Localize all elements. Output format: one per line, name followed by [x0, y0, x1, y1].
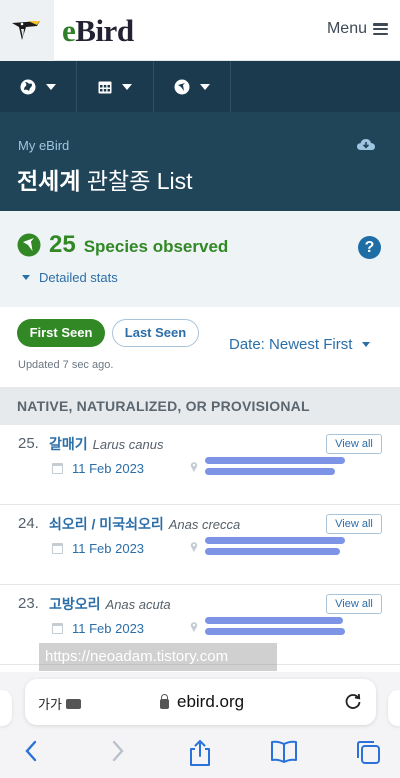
next-tab-edge[interactable] [388, 690, 400, 726]
row-number: 25. [18, 435, 39, 452]
observation-date[interactable]: 11 Feb 2023 [52, 541, 144, 556]
calendar-icon [52, 623, 63, 634]
calendar-icon [52, 463, 63, 474]
view-all-button[interactable]: View all [326, 594, 382, 614]
species-count: 25 [49, 231, 76, 258]
chevron-down-icon [122, 83, 132, 90]
bird-logo-icon [12, 21, 40, 40]
row-number: 23. [18, 595, 39, 612]
menu-button[interactable]: Menu [327, 20, 388, 38]
chevron-down-icon [200, 83, 210, 90]
time-filter[interactable] [77, 61, 154, 112]
filter-nav [0, 61, 400, 112]
page-hero: My eBird 전세계 관찰종 List [0, 112, 400, 211]
share-icon[interactable] [188, 739, 212, 767]
species-icon [17, 233, 41, 257]
species-icon [174, 79, 190, 94]
browser-toolbar [0, 733, 400, 773]
previous-tab-edge[interactable] [0, 690, 12, 726]
species-name[interactable]: 고방오리 Anas acuta [49, 594, 171, 614]
hamburger-icon [373, 23, 388, 35]
observation-date[interactable]: 11 Feb 2023 [52, 461, 144, 476]
globe-icon [20, 79, 36, 94]
breadcrumb[interactable]: My eBird [18, 138, 69, 153]
forward-icon[interactable] [111, 739, 125, 763]
text-size-button[interactable]: 가가 [38, 694, 81, 713]
section-header: NATIVE, NATURALIZED, OR PROVISIONAL [0, 387, 400, 425]
redacted-location [205, 537, 347, 571]
view-all-button[interactable]: View all [326, 514, 382, 534]
reload-icon[interactable] [343, 691, 363, 711]
first-seen-button[interactable]: First Seen [17, 319, 105, 347]
species-name[interactable]: 쇠오리 / 미국쇠오리 Anas crecca [49, 514, 240, 534]
site-header: eBird Menu [0, 0, 400, 61]
ebird-wordmark[interactable]: eBird [62, 13, 134, 49]
detailed-stats-toggle[interactable]: Detailed stats [22, 270, 118, 285]
date-sort-dropdown[interactable]: Date: Newest First [229, 336, 371, 353]
url-field[interactable]: ebird.org [160, 692, 244, 712]
location-pin-icon [190, 542, 198, 552]
last-seen-button[interactable]: Last Seen [112, 319, 199, 347]
species-filter[interactable] [154, 61, 231, 112]
lock-icon [160, 693, 169, 709]
species-name[interactable]: 갈매기 Larus canus [49, 434, 163, 454]
bookmarks-icon[interactable] [270, 739, 298, 763]
extension-icon [65, 698, 81, 709]
location-pin-icon [190, 622, 198, 632]
list-item: 24. 쇠오리 / 미국쇠오리 Anas crecca View all 11 F… [0, 505, 400, 585]
chevron-down-icon [22, 275, 30, 280]
row-number: 24. [18, 515, 39, 532]
detailed-stats-label: Detailed stats [39, 270, 118, 285]
calendar-icon [52, 543, 63, 554]
region-filter[interactable] [0, 61, 77, 112]
view-all-button[interactable]: View all [326, 434, 382, 454]
species-stats: 25 Species observed ? Detailed stats [0, 211, 400, 307]
chevron-down-icon [46, 83, 56, 90]
cloud-download-icon[interactable] [357, 138, 375, 151]
date-sort-label: Date: Newest First [229, 336, 353, 353]
updated-timestamp: Updated 7 sec ago. [18, 359, 114, 371]
address-bar[interactable]: 가가 ebird.org [25, 679, 376, 725]
location-pin-icon [190, 462, 198, 472]
species-count-label: Species observed [83, 236, 229, 256]
tabs-icon[interactable] [355, 739, 381, 765]
species-count-row: 25 Species observed [17, 231, 228, 259]
chevron-down-icon [362, 342, 371, 347]
calendar-icon [98, 81, 112, 93]
redacted-location [205, 457, 347, 491]
page-title: 전세계 관찰종 List [17, 168, 193, 194]
observation-date[interactable]: 11 Feb 2023 [52, 621, 144, 636]
list-item: 25. 갈매기 Larus canus View all 11 Feb 2023 [0, 425, 400, 505]
ebird-logo-mark[interactable] [0, 0, 54, 61]
watermark-text: https://neoadam.tistory.com [39, 643, 277, 671]
help-icon[interactable]: ? [358, 236, 381, 259]
back-icon[interactable] [24, 739, 38, 763]
menu-label: Menu [326, 20, 367, 37]
